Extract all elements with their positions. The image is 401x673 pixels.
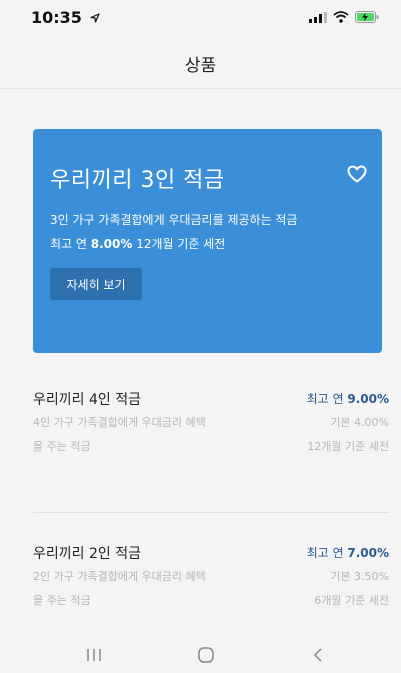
product-max-rate-prefix: 최고 연: [306, 392, 348, 406]
featured-period: 12개월 기준 세전: [132, 237, 226, 251]
system-nav-bar: [0, 640, 401, 673]
product-desc-line2: 을 주는 적금: [33, 440, 91, 453]
product-item-2[interactable]: 우리끼리 2인 적금 최고 연 7.00% 2인 가구 가족결합에게 우대금리 …: [33, 543, 389, 615]
featured-title: 우리끼리 3인 적금: [50, 168, 225, 193]
product-max-rate-value: 7.00%: [347, 546, 389, 560]
featured-desc-line2: 최고 연 8.00% 12개월 기준 세전: [50, 232, 298, 256]
heart-icon[interactable]: [347, 165, 367, 183]
header: 상품: [0, 36, 401, 89]
product-item-4[interactable]: 우리끼리 4인 적금 최고 연 9.00% 4인 가구 가족결합에게 우대금리 …: [33, 389, 389, 461]
product-desc-line1: 4인 가구 가족결합에게 우대금리 혜택: [33, 416, 206, 429]
product-max-rate-value: 9.00%: [347, 392, 389, 406]
page-title: 상품: [184, 56, 217, 76]
product-max-rate: 최고 연 9.00%: [307, 390, 389, 407]
recent-apps-icon[interactable]: [86, 646, 102, 664]
signal-icon: [309, 11, 327, 23]
location-arrow-icon: [89, 13, 100, 23]
status-bar: 10:35: [0, 0, 401, 36]
clock-text: 10:35: [31, 8, 82, 27]
status-icons: [309, 11, 379, 23]
product-period: 12개월 기준 세전: [307, 440, 389, 453]
back-icon[interactable]: [311, 646, 325, 664]
product-base-rate: 기본 4.00%: [330, 416, 389, 429]
product-desc-line1: 2인 가구 가족결합에게 우대금리 혜택: [33, 570, 206, 583]
featured-desc-line1: 3인 가구 가족결합에게 우대금리를 제공하는 적금: [50, 213, 298, 227]
battery-charging-icon: [355, 11, 379, 23]
featured-rate-prefix: 최고 연: [50, 237, 91, 251]
status-time: 10:35: [31, 8, 100, 27]
view-details-button[interactable]: 자세히 보기: [50, 268, 142, 300]
wifi-icon: [333, 11, 349, 23]
product-name: 우리끼리 2인 적금: [33, 546, 141, 562]
product-max-rate-prefix: 최고 연: [306, 546, 348, 560]
product-name: 우리끼리 4인 적금: [33, 392, 141, 408]
home-icon[interactable]: [197, 646, 215, 664]
featured-product-card[interactable]: 우리끼리 3인 적금 3인 가구 가족결합에게 우대금리를 제공하는 적금 최고…: [33, 129, 382, 353]
product-desc-line2: 을 주는 적금: [33, 594, 91, 607]
featured-rate: 8.00%: [90, 237, 133, 251]
product-period: 6개월 기준 세전: [314, 594, 389, 607]
product-max-rate: 최고 연 7.00%: [307, 544, 389, 561]
product-base-rate: 기본 3.50%: [330, 570, 389, 583]
featured-description: 3인 가구 가족결합에게 우대금리를 제공하는 적금 최고 연 8.00% 12…: [50, 208, 298, 256]
divider: [33, 512, 389, 513]
